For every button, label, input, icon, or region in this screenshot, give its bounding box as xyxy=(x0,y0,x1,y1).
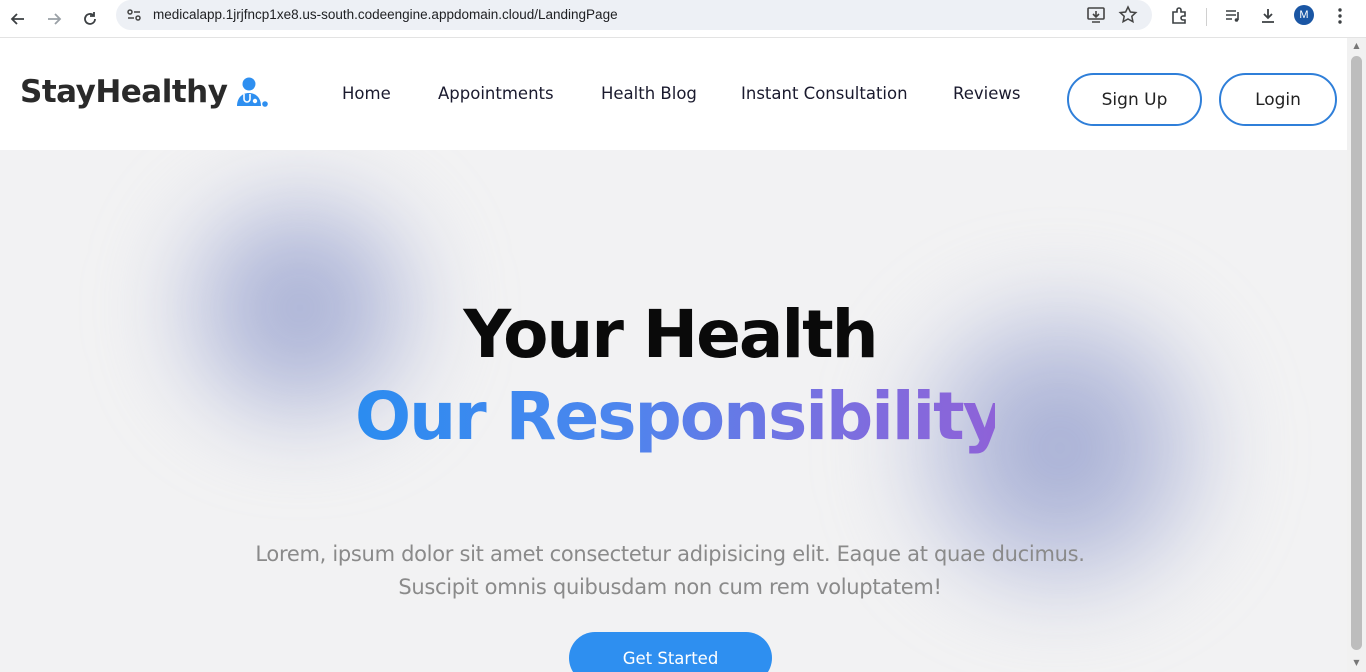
hero-description: Lorem, ipsum dolor sit amet consectetur … xyxy=(200,538,1140,604)
scroll-up-arrow-icon[interactable]: ▲ xyxy=(1351,41,1362,51)
login-button[interactable]: Login xyxy=(1219,73,1337,126)
landing-page: StayHealthy Home Appointments Health Blo… xyxy=(0,38,1347,672)
nav-link-instant-consultation[interactable]: Instant Consultation xyxy=(741,84,908,103)
reload-icon[interactable] xyxy=(76,5,104,33)
install-app-icon[interactable] xyxy=(1086,5,1106,25)
forward-arrow-icon[interactable] xyxy=(40,5,68,33)
nav-link-reviews[interactable]: Reviews xyxy=(953,84,1020,103)
hero-title: Your Health xyxy=(463,296,878,373)
back-arrow-icon[interactable] xyxy=(4,5,32,33)
download-icon[interactable] xyxy=(1257,5,1279,27)
scroll-down-arrow-icon[interactable]: ▼ xyxy=(1351,658,1362,668)
site-logo[interactable]: StayHealthy xyxy=(20,74,269,110)
sign-up-button[interactable]: Sign Up xyxy=(1067,73,1202,126)
logo-text: StayHealthy xyxy=(20,74,228,110)
doctor-icon xyxy=(237,77,269,107)
toolbar-divider xyxy=(1206,8,1207,26)
address-bar[interactable]: medicalapp.1jrjfncp1xe8.us-south.codeeng… xyxy=(116,0,1152,30)
extensions-icon[interactable] xyxy=(1168,5,1190,27)
site-settings-icon[interactable] xyxy=(126,7,142,23)
nav-link-home[interactable]: Home xyxy=(342,84,391,103)
hero-description-line-2: Suscipit omnis quibusdam non cum rem vol… xyxy=(398,575,942,599)
browser-toolbar: medicalapp.1jrjfncp1xe8.us-south.codeeng… xyxy=(0,0,1366,38)
url-text[interactable]: medicalapp.1jrjfncp1xe8.us-south.codeeng… xyxy=(153,7,618,22)
hero-description-line-1: Lorem, ipsum dolor sit amet consectetur … xyxy=(255,542,1085,566)
page-scrollbar[interactable]: ▲ ▼ xyxy=(1347,38,1366,672)
nav-link-appointments[interactable]: Appointments xyxy=(438,84,554,103)
get-started-button[interactable]: Get Started xyxy=(569,632,772,672)
site-navbar: StayHealthy Home Appointments Health Blo… xyxy=(0,38,1347,150)
profile-avatar[interactable]: M xyxy=(1294,5,1314,25)
scrollbar-thumb[interactable] xyxy=(1351,56,1362,650)
nav-link-health-blog[interactable]: Health Blog xyxy=(601,84,697,103)
more-menu-icon[interactable] xyxy=(1329,5,1351,27)
hero-subtitle: Our Responsibility xyxy=(355,378,1006,455)
media-control-icon[interactable] xyxy=(1222,5,1244,27)
bookmark-star-icon[interactable] xyxy=(1118,5,1138,25)
